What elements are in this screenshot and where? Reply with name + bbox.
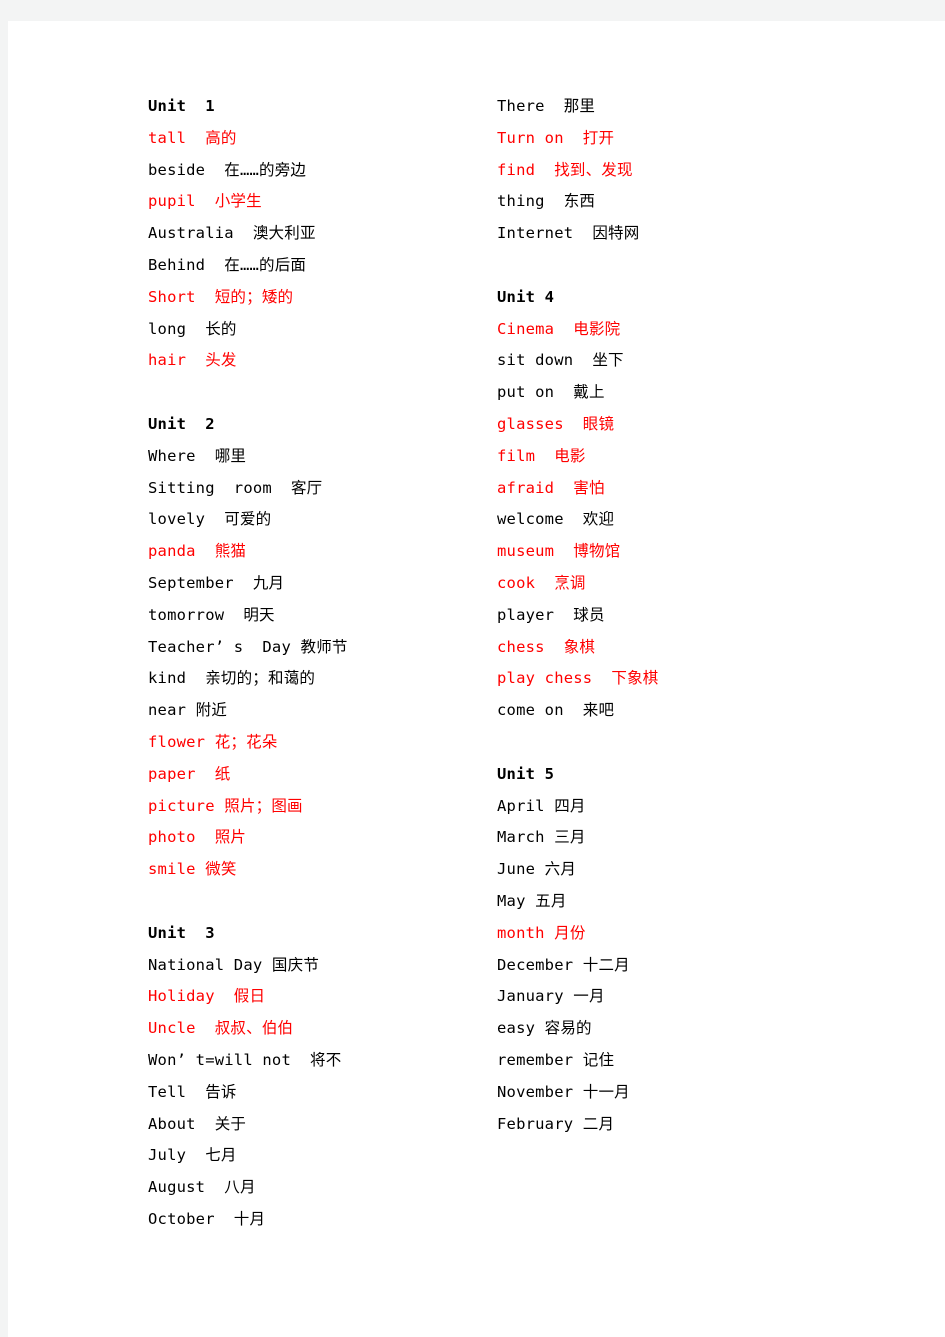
vocabulary-entry: Won’ t=will not 将不 <box>148 1050 342 1069</box>
vocabulary-entry: About 关于 <box>148 1114 247 1133</box>
vocabulary-entry: Turn on 打开 <box>497 128 615 147</box>
vocabulary-entry: National Day 国庆节 <box>148 955 320 974</box>
vocabulary-entry: glasses 眼镜 <box>497 414 615 433</box>
vocabulary-entry: film 电影 <box>497 446 586 465</box>
vocabulary-entry: May 五月 <box>497 891 567 910</box>
vocabulary-entry: Sitting room 客厅 <box>148 478 323 497</box>
vocabulary-entry: August 八月 <box>148 1178 256 1197</box>
vocabulary-entry: pupil 小学生 <box>148 192 262 211</box>
vocabulary-entry: put on 戴上 <box>497 383 605 402</box>
left-column: Unit 1 tall 高的 beside 在……的旁边 pupil 小学生 Austr… <box>148 91 488 1236</box>
unit-heading: Unit 5 <box>497 764 555 783</box>
vocabulary-entry: remember 记住 <box>497 1050 615 1069</box>
vocabulary-entry: November 十一月 <box>497 1082 630 1101</box>
vocabulary-entry: Internet 因特网 <box>497 224 640 243</box>
vocabulary-entry: Behind 在……的后面 <box>148 255 307 274</box>
vocabulary-entry: October 十月 <box>148 1209 266 1228</box>
vocabulary-entry: There 那里 <box>497 97 596 115</box>
right-column: There 那里 Turn on 打开 find 找到、发现 thing 东西 Inte… <box>497 91 837 1140</box>
vocabulary-entry: Australia 澳大利亚 <box>148 224 316 243</box>
vocabulary-entry: welcome 欢迎 <box>497 510 615 529</box>
vocabulary-entry: January 一月 <box>497 987 605 1006</box>
vocabulary-entry: museum 博物馆 <box>497 542 621 561</box>
vocabulary-entry: June 六月 <box>497 860 577 879</box>
document-page: Unit 1 tall 高的 beside 在……的旁边 pupil 小学生 Austr… <box>8 21 945 1337</box>
vocabulary-entry: photo 照片 <box>148 828 247 847</box>
vocabulary-entry: smile 微笑 <box>148 860 237 879</box>
vocabulary-entry: February 二月 <box>497 1114 615 1133</box>
vocabulary-entry: Uncle 叔叔、伯伯 <box>148 1019 294 1038</box>
vocabulary-entry: March 三月 <box>497 828 586 847</box>
unit-heading: Unit 1 <box>148 97 215 115</box>
vocabulary-entry: paper 纸 <box>148 764 231 783</box>
vocabulary-entry: easy 容易的 <box>497 1019 592 1038</box>
vocabulary-entry: September 九月 <box>148 573 285 592</box>
vocabulary-entry: play chess 下象棋 <box>497 669 659 688</box>
vocabulary-entry: Cinema 电影院 <box>497 319 621 338</box>
vocabulary-entry: come on 来吧 <box>497 701 615 720</box>
vocabulary-entry: kind 亲切的；和蔼的 <box>148 669 316 688</box>
vocabulary-entry: player 球员 <box>497 605 605 624</box>
vocabulary-entry: April 四月 <box>497 796 586 815</box>
vocabulary-entry: thing 东西 <box>497 192 596 211</box>
vocabulary-entry: picture 照片；图画 <box>148 796 303 815</box>
vocabulary-entry: beside 在……的旁边 <box>148 160 307 179</box>
vocabulary-entry: Where 哪里 <box>148 446 247 465</box>
unit-heading: Unit 2 <box>148 414 215 433</box>
vocabulary-entry: find 找到、发现 <box>497 160 633 179</box>
vocabulary-entry: December 十二月 <box>497 955 630 974</box>
vocabulary-entry: Short 短的；矮的 <box>148 287 294 306</box>
vocabulary-entry: Tell 告诉 <box>148 1082 237 1101</box>
vocabulary-entry: tomorrow 明天 <box>148 605 275 624</box>
vocabulary-entry: Holiday 假日 <box>148 987 266 1006</box>
vocabulary-columns: Unit 1 tall 高的 beside 在……的旁边 pupil 小学生 Austr… <box>8 21 945 1337</box>
vocabulary-entry: sit down 坐下 <box>497 351 624 370</box>
vocabulary-entry: tall 高的 <box>148 128 237 147</box>
vocabulary-entry: afraid 害怕 <box>497 478 605 497</box>
vocabulary-entry: cook 烹调 <box>497 573 586 592</box>
vocabulary-entry: flower 花；花朵 <box>148 732 278 751</box>
vocabulary-entry: long 长的 <box>148 319 237 338</box>
unit-heading: Unit 3 <box>148 923 215 942</box>
vocabulary-entry: near 附近 <box>148 701 228 720</box>
vocabulary-entry: hair 头发 <box>148 351 237 370</box>
vocabulary-entry: panda 熊猫 <box>148 542 247 561</box>
vocabulary-entry: month 月份 <box>497 923 586 942</box>
vocabulary-entry: lovely 可爱的 <box>148 510 272 529</box>
unit-heading: Unit 4 <box>497 287 555 306</box>
vocabulary-entry: July 七月 <box>148 1146 237 1165</box>
vocabulary-entry: Teacher’ s Day 教师节 <box>148 637 348 656</box>
vocabulary-entry: chess 象棋 <box>497 637 596 656</box>
